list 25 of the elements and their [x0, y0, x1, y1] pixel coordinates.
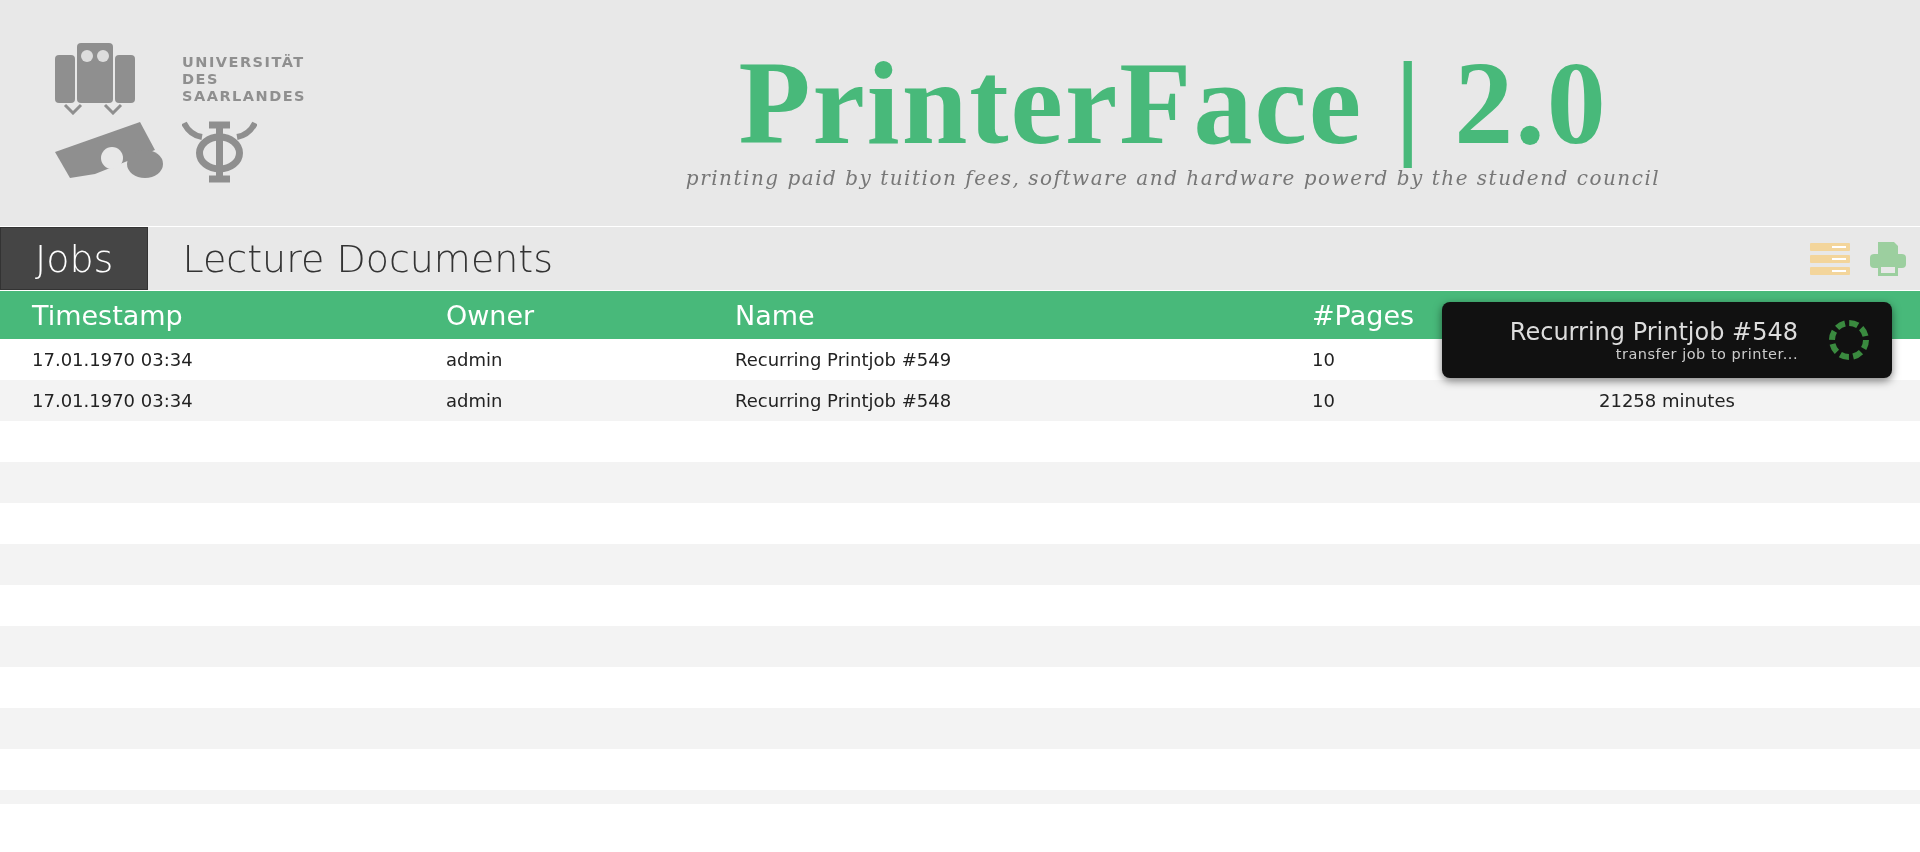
column-header: #Pages: [1312, 299, 1416, 331]
table-cell-text: 10: [1312, 349, 1336, 370]
university-name: DES: [182, 70, 220, 88]
table-cell-text: Recurring Printjob #548: [735, 390, 953, 411]
table-cell-text: admin: [446, 349, 504, 370]
university-name: SAARLANDES: [182, 87, 307, 105]
table-cell-text: Recurring Printjob #549: [735, 349, 953, 370]
university-name: UNIVERSITÄT: [182, 53, 306, 71]
table-cell-text: 21258 minutes: [1599, 390, 1736, 411]
tab[interactable]: Jobs: [0, 227, 149, 290]
table-cell-text: admin: [446, 390, 504, 411]
table-cell-text: 17.01.1970 03:34: [32, 349, 194, 370]
app-title: PrinterFace | 2.0: [738, 37, 1608, 170]
server-icon[interactable]: [1810, 242, 1850, 275]
printer-icon[interactable]: [1870, 241, 1906, 276]
table-cell-text: 10: [1312, 390, 1336, 411]
column-header: Owner: [446, 299, 536, 331]
column-header: Timestamp: [32, 299, 184, 331]
toast-title: Recurring Printjob #548: [1509, 318, 1798, 346]
spinner-icon: [1828, 319, 1870, 361]
toast-message: transfer job to printer...: [1615, 346, 1798, 362]
phi-logo-icon: [182, 121, 257, 183]
tab[interactable]: Lecture Documents: [148, 227, 588, 290]
column-header: Name: [735, 299, 816, 331]
table-cell-text: 17.01.1970 03:34: [32, 390, 194, 411]
